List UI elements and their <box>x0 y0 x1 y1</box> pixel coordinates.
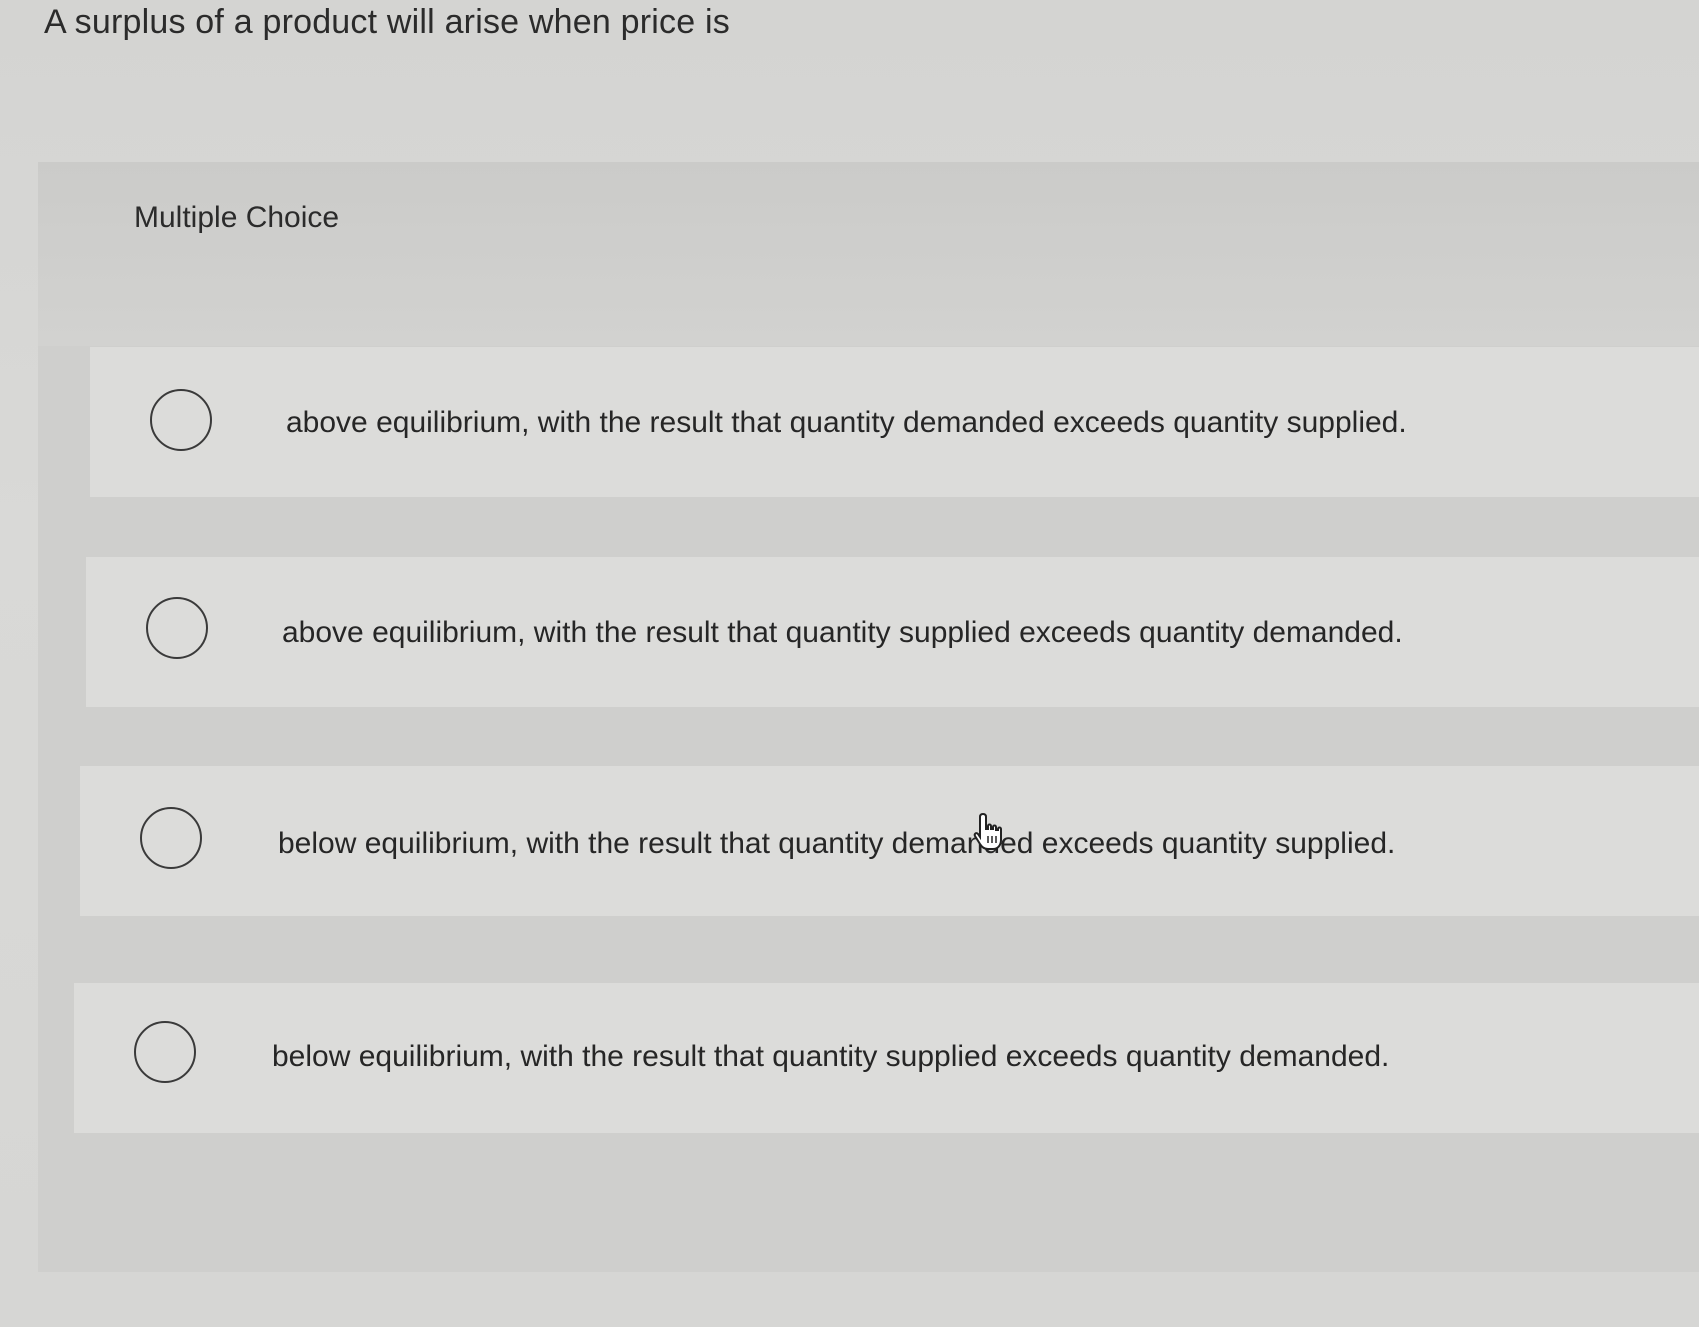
radio-button-option-1[interactable] <box>150 389 212 451</box>
question-text: A surplus of a product will arise when p… <box>44 3 730 41</box>
radio-button-option-3[interactable] <box>140 807 202 869</box>
radio-button-option-4[interactable] <box>134 1021 196 1083</box>
option-2-label: above equilibrium, with the result that … <box>282 616 1403 649</box>
multiple-choice-label: Multiple Choice <box>134 201 340 234</box>
option-4[interactable]: below equilibrium, with the result that … <box>74 983 1699 1133</box>
option-1-label: above equilibrium, with the result that … <box>286 406 1407 439</box>
hand-pointer-icon <box>973 812 1002 850</box>
option-1[interactable]: above equilibrium, with the result that … <box>90 347 1699 497</box>
option-3-label: below equilibrium, with the result that … <box>278 827 1396 860</box>
radio-button-option-2[interactable] <box>146 597 208 659</box>
option-2[interactable]: above equilibrium, with the result that … <box>86 557 1699 707</box>
panel-header: Multiple Choice <box>38 162 1699 346</box>
option-3[interactable]: below equilibrium, with the result that … <box>80 766 1699 916</box>
option-4-label: below equilibrium, with the result that … <box>272 1040 1390 1073</box>
